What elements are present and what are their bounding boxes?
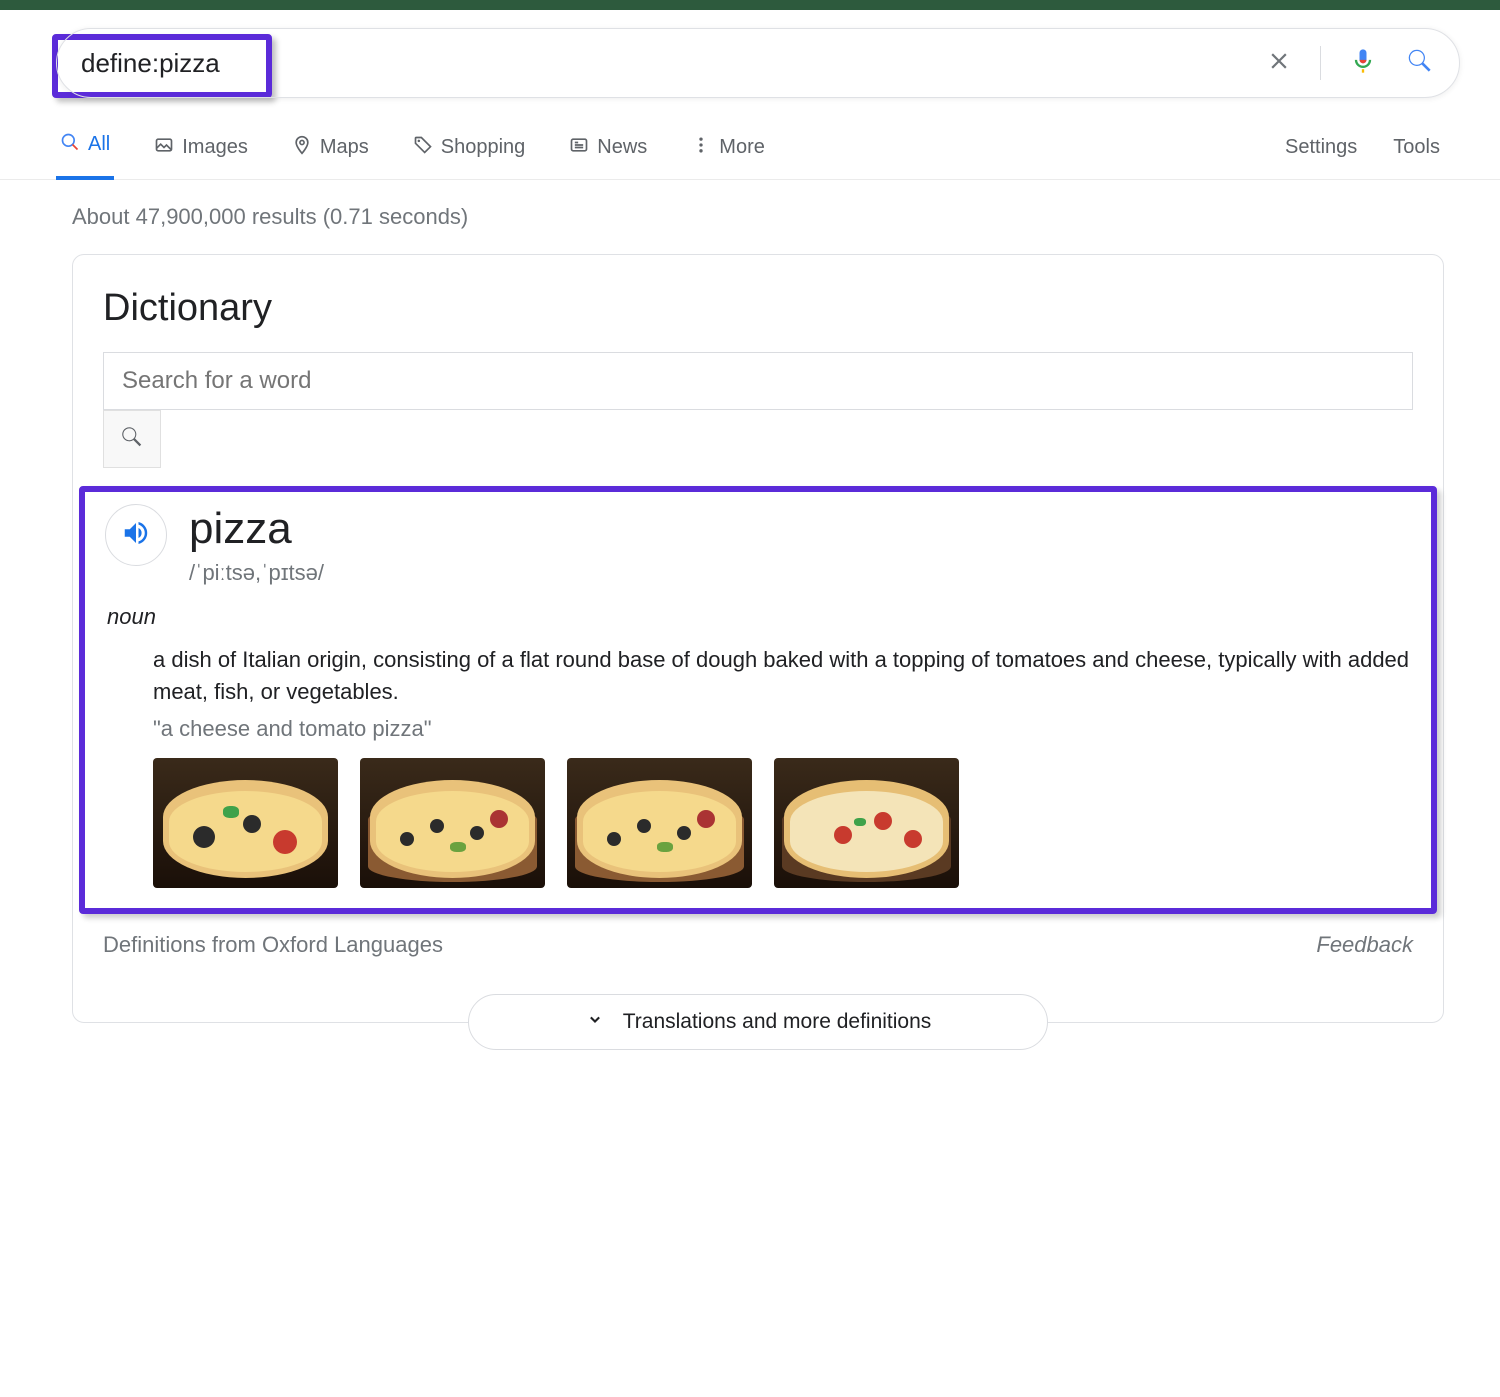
definition-source: Definitions from Oxford Languages	[103, 932, 443, 958]
chevron-down-icon	[585, 1009, 605, 1035]
pizza-thumb-4[interactable]	[774, 758, 959, 888]
tabs-row: All Images Maps Shopping News More Setti…	[0, 116, 1500, 180]
more-icon	[691, 135, 711, 161]
tabs-left: All Images Maps Shopping News More	[56, 116, 769, 180]
dictionary-title: Dictionary	[103, 287, 1413, 330]
speaker-icon	[121, 518, 151, 553]
search-actions	[1266, 46, 1435, 81]
dictionary-card-footer: Definitions from Oxford Languages Feedba…	[103, 932, 1413, 966]
part-of-speech: noun	[107, 604, 1411, 630]
news-icon	[569, 135, 589, 161]
dictionary-search-button[interactable]	[103, 410, 161, 468]
expand-label: Translations and more definitions	[623, 1010, 932, 1034]
search-bar	[56, 28, 1460, 98]
image-thumbnails	[153, 758, 1411, 888]
clear-icon[interactable]	[1266, 48, 1292, 79]
tab-label: Maps	[320, 136, 369, 159]
example-usage: "a cheese and tomato pizza"	[153, 716, 1411, 742]
expand-definitions-button[interactable]: Translations and more definitions	[468, 994, 1048, 1050]
pizza-thumb-1[interactable]	[153, 758, 338, 888]
tab-news[interactable]: News	[565, 116, 651, 180]
tab-label: Shopping	[441, 136, 526, 159]
word-header: pizza /ˈpiːtsə,ˈpɪtsə/	[105, 504, 1411, 586]
tab-maps[interactable]: Maps	[288, 116, 373, 180]
tools-link[interactable]: Tools	[1393, 136, 1440, 159]
tag-icon	[413, 135, 433, 161]
definition-text: a dish of Italian origin, consisting of …	[153, 644, 1411, 708]
word: pizza	[189, 504, 324, 554]
image-icon	[154, 135, 174, 161]
tab-shopping[interactable]: Shopping	[409, 116, 530, 180]
search-icon[interactable]	[1405, 46, 1435, 81]
voice-search-icon[interactable]	[1349, 47, 1377, 80]
tab-label: All	[88, 133, 110, 156]
tab-label: More	[719, 136, 765, 159]
tab-label: Images	[182, 136, 248, 159]
definition-highlight-box: pizza /ˈpiːtsə,ˈpɪtsə/ noun a dish of It…	[79, 486, 1437, 914]
settings-link[interactable]: Settings	[1285, 136, 1357, 159]
tab-label: News	[597, 136, 647, 159]
tab-more[interactable]: More	[687, 116, 769, 180]
map-pin-icon	[292, 135, 312, 161]
tab-images[interactable]: Images	[150, 116, 252, 180]
top-accent-bar	[0, 0, 1500, 10]
search-icon	[60, 132, 80, 158]
pizza-thumb-3[interactable]	[567, 758, 752, 888]
pizza-thumb-2[interactable]	[360, 758, 545, 888]
divider	[1320, 46, 1321, 80]
search-icon	[119, 424, 145, 455]
pronounce-button[interactable]	[105, 504, 167, 566]
dictionary-search-input[interactable]	[103, 352, 1413, 410]
feedback-link[interactable]: Feedback	[1316, 932, 1413, 958]
result-stats: About 47,900,000 results (0.71 seconds)	[72, 204, 1444, 230]
dictionary-card: Dictionary pizza /ˈpiːtsə,ˈpɪtsə/ noun a…	[72, 254, 1444, 1023]
search-bar-container	[0, 10, 1500, 116]
tabs-right: Settings Tools	[1285, 136, 1500, 159]
pronunciation: /ˈpiːtsə,ˈpɪtsə/	[189, 560, 324, 586]
content-area: About 47,900,000 results (0.71 seconds) …	[0, 180, 1500, 1063]
tab-all[interactable]: All	[56, 116, 114, 180]
search-input[interactable]	[81, 48, 1266, 79]
